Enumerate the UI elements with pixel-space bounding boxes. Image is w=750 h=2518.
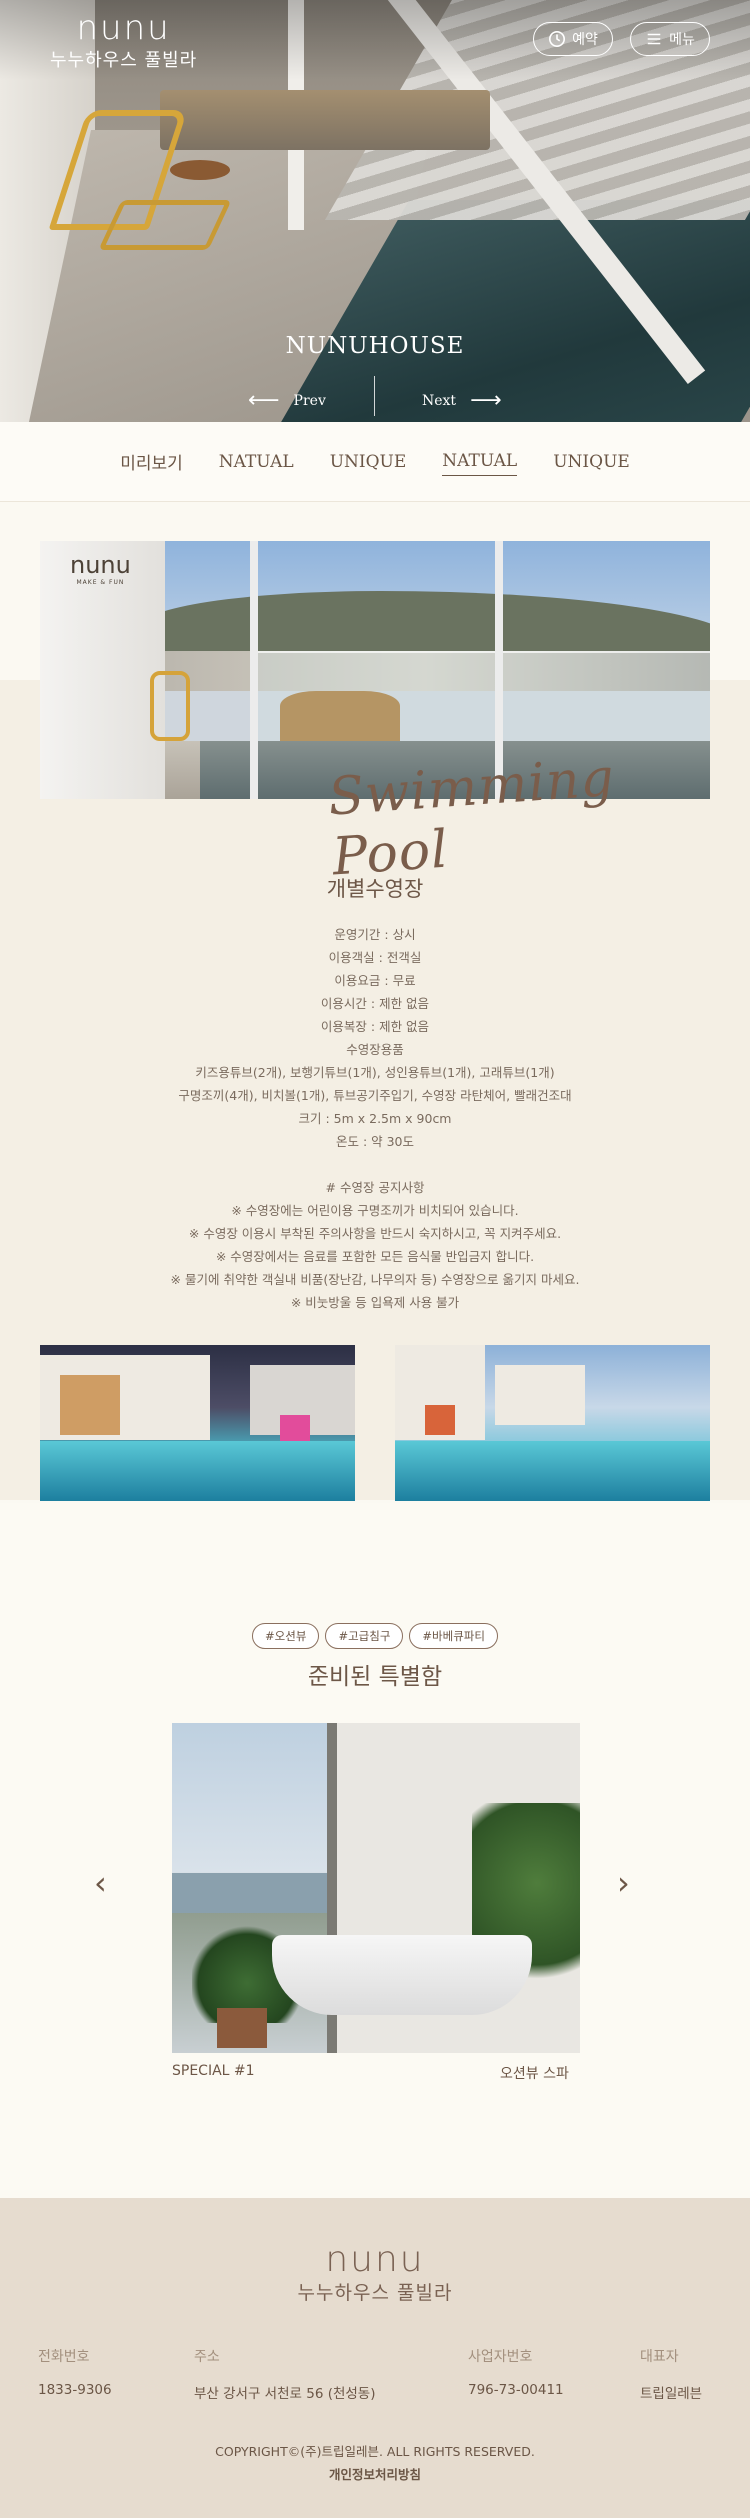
arrow-right-icon: ⟶: [470, 388, 502, 413]
pool-info-line: 구명조끼(4개), 비치볼(1개), 튜브공기주입기, 수영장 라탄체어, 빨래…: [178, 1088, 572, 1103]
special-title: 준비된 특별함: [307, 1664, 443, 1690]
pool-night-photo: [40, 1345, 355, 1501]
footer-phone-label: 전화번호: [38, 2349, 90, 2365]
wall-logo: nunu MAKE & FUN: [70, 551, 131, 586]
logo-mark: nunu: [76, 8, 171, 48]
photo-bathtub: [272, 1935, 532, 2015]
pool-heading: 개별수영장: [326, 877, 424, 901]
photo-window: [60, 1375, 120, 1435]
hero-banner: nunu 누누하우스 풀빌라 예약 메뉴 NUNUHOUSE ⟵ Prev Ne…: [0, 0, 750, 422]
hero-next-label: Next: [422, 392, 457, 409]
footer-biz-value: 796-73-00411: [468, 2382, 564, 2398]
pool-notice-line: ※ 수영장 이용시 부착된 주의사항을 반드시 숙지하시고, 꼭 지켜주세요.: [188, 1226, 562, 1241]
tab-natual-2[interactable]: NATUAL: [442, 447, 518, 476]
pool-notice-line: ※ 비눗방울 등 입욕제 사용 불가: [290, 1295, 460, 1310]
logo-name: 누누하우스 풀빌라: [50, 50, 198, 71]
tab-preview[interactable]: 미리보기: [120, 445, 183, 478]
menu-button[interactable]: 메뉴: [630, 22, 710, 56]
footer-logo[interactable]: nunu 누누하우스 풀빌라: [0, 2242, 750, 2305]
pool-info-line: 이용요금 : 무료: [334, 973, 416, 988]
footer-ceo-value: 트립일레븐: [640, 2386, 703, 2402]
photo-sea: [172, 1873, 332, 1913]
special-section: #오션뷰 #고급침구 #바베큐파티 준비된 특별함 ‹ › SPECIAL #1…: [0, 1503, 750, 2198]
footer-logo-name: 누누하우스 풀빌라: [297, 2282, 453, 2304]
photo-post: [250, 541, 258, 799]
photo-house: [495, 1365, 585, 1425]
pool-notice-line: # 수영장 공지사항: [325, 1180, 425, 1195]
special-slide-photo: [172, 1723, 580, 2053]
clock-icon: [549, 30, 566, 48]
slide-next-arrow[interactable]: ›: [617, 1867, 630, 1899]
pool-info: 운영기간 : 상시 이용객실 : 전객실 이용요금 : 무료 이용시간 : 제한…: [0, 923, 750, 1314]
pool-info-line: 키즈용튜브(2개), 보행기튜브(1개), 성인용튜브(1개), 고래튜브(1개…: [195, 1065, 555, 1080]
photo-grass: [280, 691, 400, 741]
wall-logo-sub: MAKE & FUN: [76, 579, 125, 586]
pool-info-line: 이용복장 : 제한 없음: [320, 1019, 430, 1034]
footer-ceo: 대표자 트립일레븐: [640, 2346, 702, 2402]
footer-logo-mark: nunu: [325, 2239, 425, 2280]
pool-notice-line: ※ 수영장에는 어린이용 구명조끼가 비치되어 있습니다.: [231, 1203, 519, 1218]
footer-address: 주소 부산 강서구 서천로 56 (천성동): [194, 2346, 376, 2402]
hero-table: [170, 160, 230, 180]
footer: nunu 누누하우스 풀빌라 전화번호 1833-9306 주소 부산 강서구 …: [0, 2198, 750, 2518]
reserve-button[interactable]: 예약: [533, 22, 613, 56]
footer-phone-value: 1833-9306: [38, 2382, 112, 2398]
tab-unique-2[interactable]: UNIQUE: [553, 448, 630, 476]
photo-pool-water: [40, 1441, 355, 1501]
hero-lounger: [98, 200, 232, 250]
pool-day-photo: [395, 1345, 710, 1501]
tag-list: #오션뷰 #고급침구 #바베큐파티: [0, 1623, 750, 1649]
header-logo[interactable]: nunu 누누하우스 풀빌라: [50, 10, 197, 72]
footer-address-label: 주소: [194, 2349, 220, 2365]
pool-info-line: 수영장용품: [346, 1042, 404, 1057]
tab-natual-1[interactable]: NATUAL: [219, 448, 294, 476]
room-tabs: 미리보기 NATUAL UNIQUE NATUAL UNIQUE: [0, 422, 750, 502]
menu-label: 메뉴: [669, 32, 695, 48]
pool-info-line: 온도 : 약 30도: [335, 1134, 415, 1149]
pool-section: nunu MAKE & FUN Swimming Pool 개별수영장 운영기간…: [0, 503, 750, 1503]
privacy-policy-link[interactable]: 개인정보처리방침: [0, 2464, 750, 2483]
pool-info-line: 이용객실 : 전객실: [328, 950, 422, 965]
hamburger-icon: [647, 33, 661, 45]
pool-notice-line: ※ 물기에 취약한 객실내 비품(장난감, 나무의자 등) 수영장으로 옮기지 …: [170, 1272, 580, 1287]
photo-chair: [425, 1405, 455, 1435]
pool-info-line: 이용시간 : 제한 없음: [320, 996, 430, 1011]
footer-ceo-label: 대표자: [640, 2349, 679, 2365]
hero-prev-button[interactable]: ⟵ Prev: [248, 388, 326, 413]
hero-nav-divider: [374, 376, 375, 416]
hero-next-button[interactable]: Next ⟶: [422, 388, 502, 413]
wall-logo-mark: nunu: [70, 551, 131, 579]
hero-prev-label: Prev: [293, 392, 326, 409]
footer-biz-label: 사업자번호: [468, 2349, 533, 2365]
photo-chair: [150, 671, 190, 741]
photo-pot: [217, 2008, 267, 2048]
arrow-left-icon: ⟵: [248, 388, 280, 413]
slide-prev-arrow[interactable]: ‹: [94, 1867, 107, 1899]
footer-copyright: COPYRIGHT©(주)트립일레븐. ALL RIGHTS RESERVED.: [215, 2444, 535, 2459]
footer-biz: 사업자번호 796-73-00411: [468, 2346, 564, 2398]
reserve-label: 예약: [572, 32, 598, 48]
pool-notice-line: ※ 수영장에서는 음료를 포함한 모든 음식물 반입금지 합니다.: [215, 1249, 535, 1264]
pool-info-line: 크기 : 5m x 2.5m x 90cm: [298, 1111, 452, 1126]
tag-ocean-view[interactable]: #오션뷰: [252, 1623, 320, 1649]
pool-info-line: 운영기간 : 상시: [334, 927, 416, 942]
tag-premium-bedding[interactable]: #고급침구: [325, 1623, 404, 1649]
tab-unique-1[interactable]: UNIQUE: [330, 448, 407, 476]
slide-number-label: SPECIAL #1: [172, 2063, 255, 2079]
hero-title: NUNUHOUSE: [285, 333, 465, 359]
hero-planter: [160, 90, 490, 150]
pool-info-spacer: [0, 1153, 750, 1176]
footer-phone: 전화번호 1833-9306: [38, 2346, 112, 2398]
photo-pool-water: [395, 1441, 710, 1501]
slide-name-label: 오션뷰 스파: [500, 2066, 569, 2082]
footer-address-value: 부산 강서구 서천로 56 (천성동): [194, 2386, 376, 2402]
tag-bbq-party[interactable]: #바베큐파티: [409, 1623, 498, 1649]
